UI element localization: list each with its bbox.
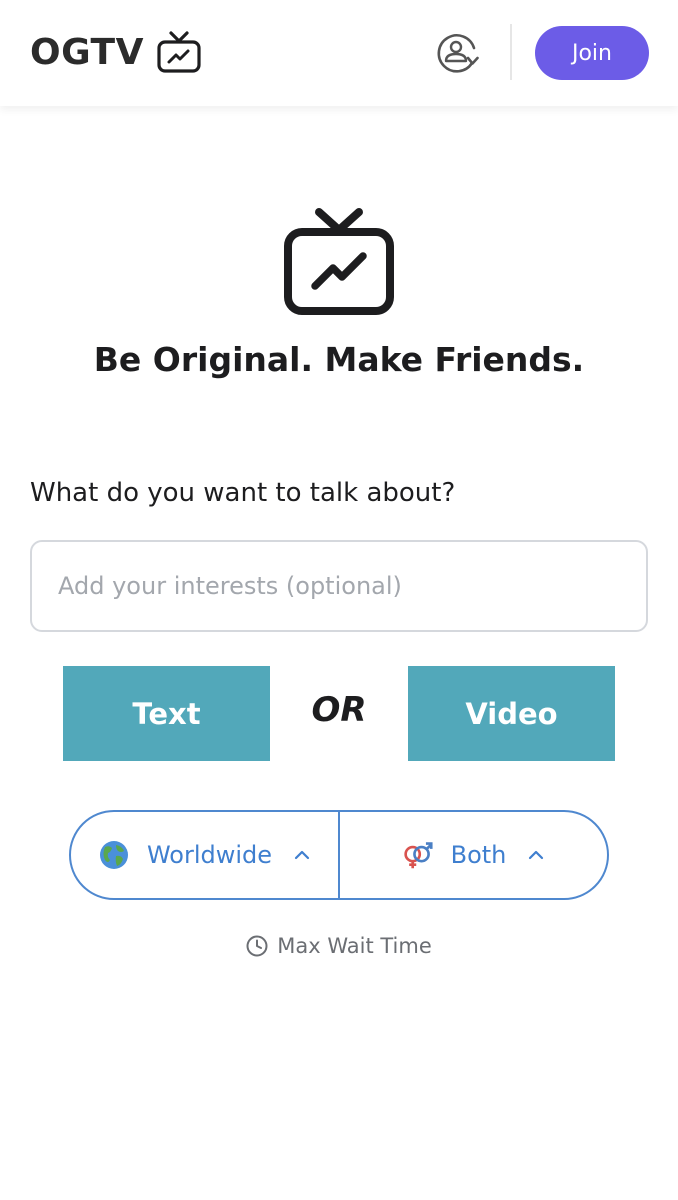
tv-icon <box>157 31 201 73</box>
gender-filter-label: Both <box>450 841 507 869</box>
globe-icon <box>99 841 128 869</box>
text-chat-button[interactable]: Text <box>63 666 270 761</box>
chevron-up-icon <box>529 850 544 860</box>
brand-logo[interactable]: OGTV <box>30 30 202 74</box>
gender-both-icon <box>403 842 433 869</box>
page-tagline: Be Original. Make Friends. <box>93 340 585 379</box>
join-button[interactable]: Join <box>535 26 649 80</box>
clock-icon <box>246 935 268 957</box>
account-login-icon[interactable] <box>434 30 480 76</box>
region-filter-label: Worldwide <box>146 841 273 869</box>
brand-name: OGTV <box>30 31 144 73</box>
hero-tv-icon <box>284 208 394 315</box>
top-header: OGTV Join <box>0 0 678 106</box>
chevron-up-icon <box>294 850 310 860</box>
region-filter[interactable]: Worldwide <box>71 812 338 898</box>
match-filters: Worldwide Both <box>69 810 609 900</box>
or-separator: OR <box>311 690 367 730</box>
max-wait-time[interactable]: Max Wait Time <box>0 934 678 958</box>
video-chat-button[interactable]: Video <box>408 666 615 761</box>
interests-question: What do you want to talk about? <box>30 478 456 508</box>
header-divider <box>510 24 512 80</box>
gender-filter[interactable]: Both <box>340 812 607 898</box>
max-wait-time-label: Max Wait Time <box>277 934 432 958</box>
interests-input[interactable] <box>30 540 648 632</box>
